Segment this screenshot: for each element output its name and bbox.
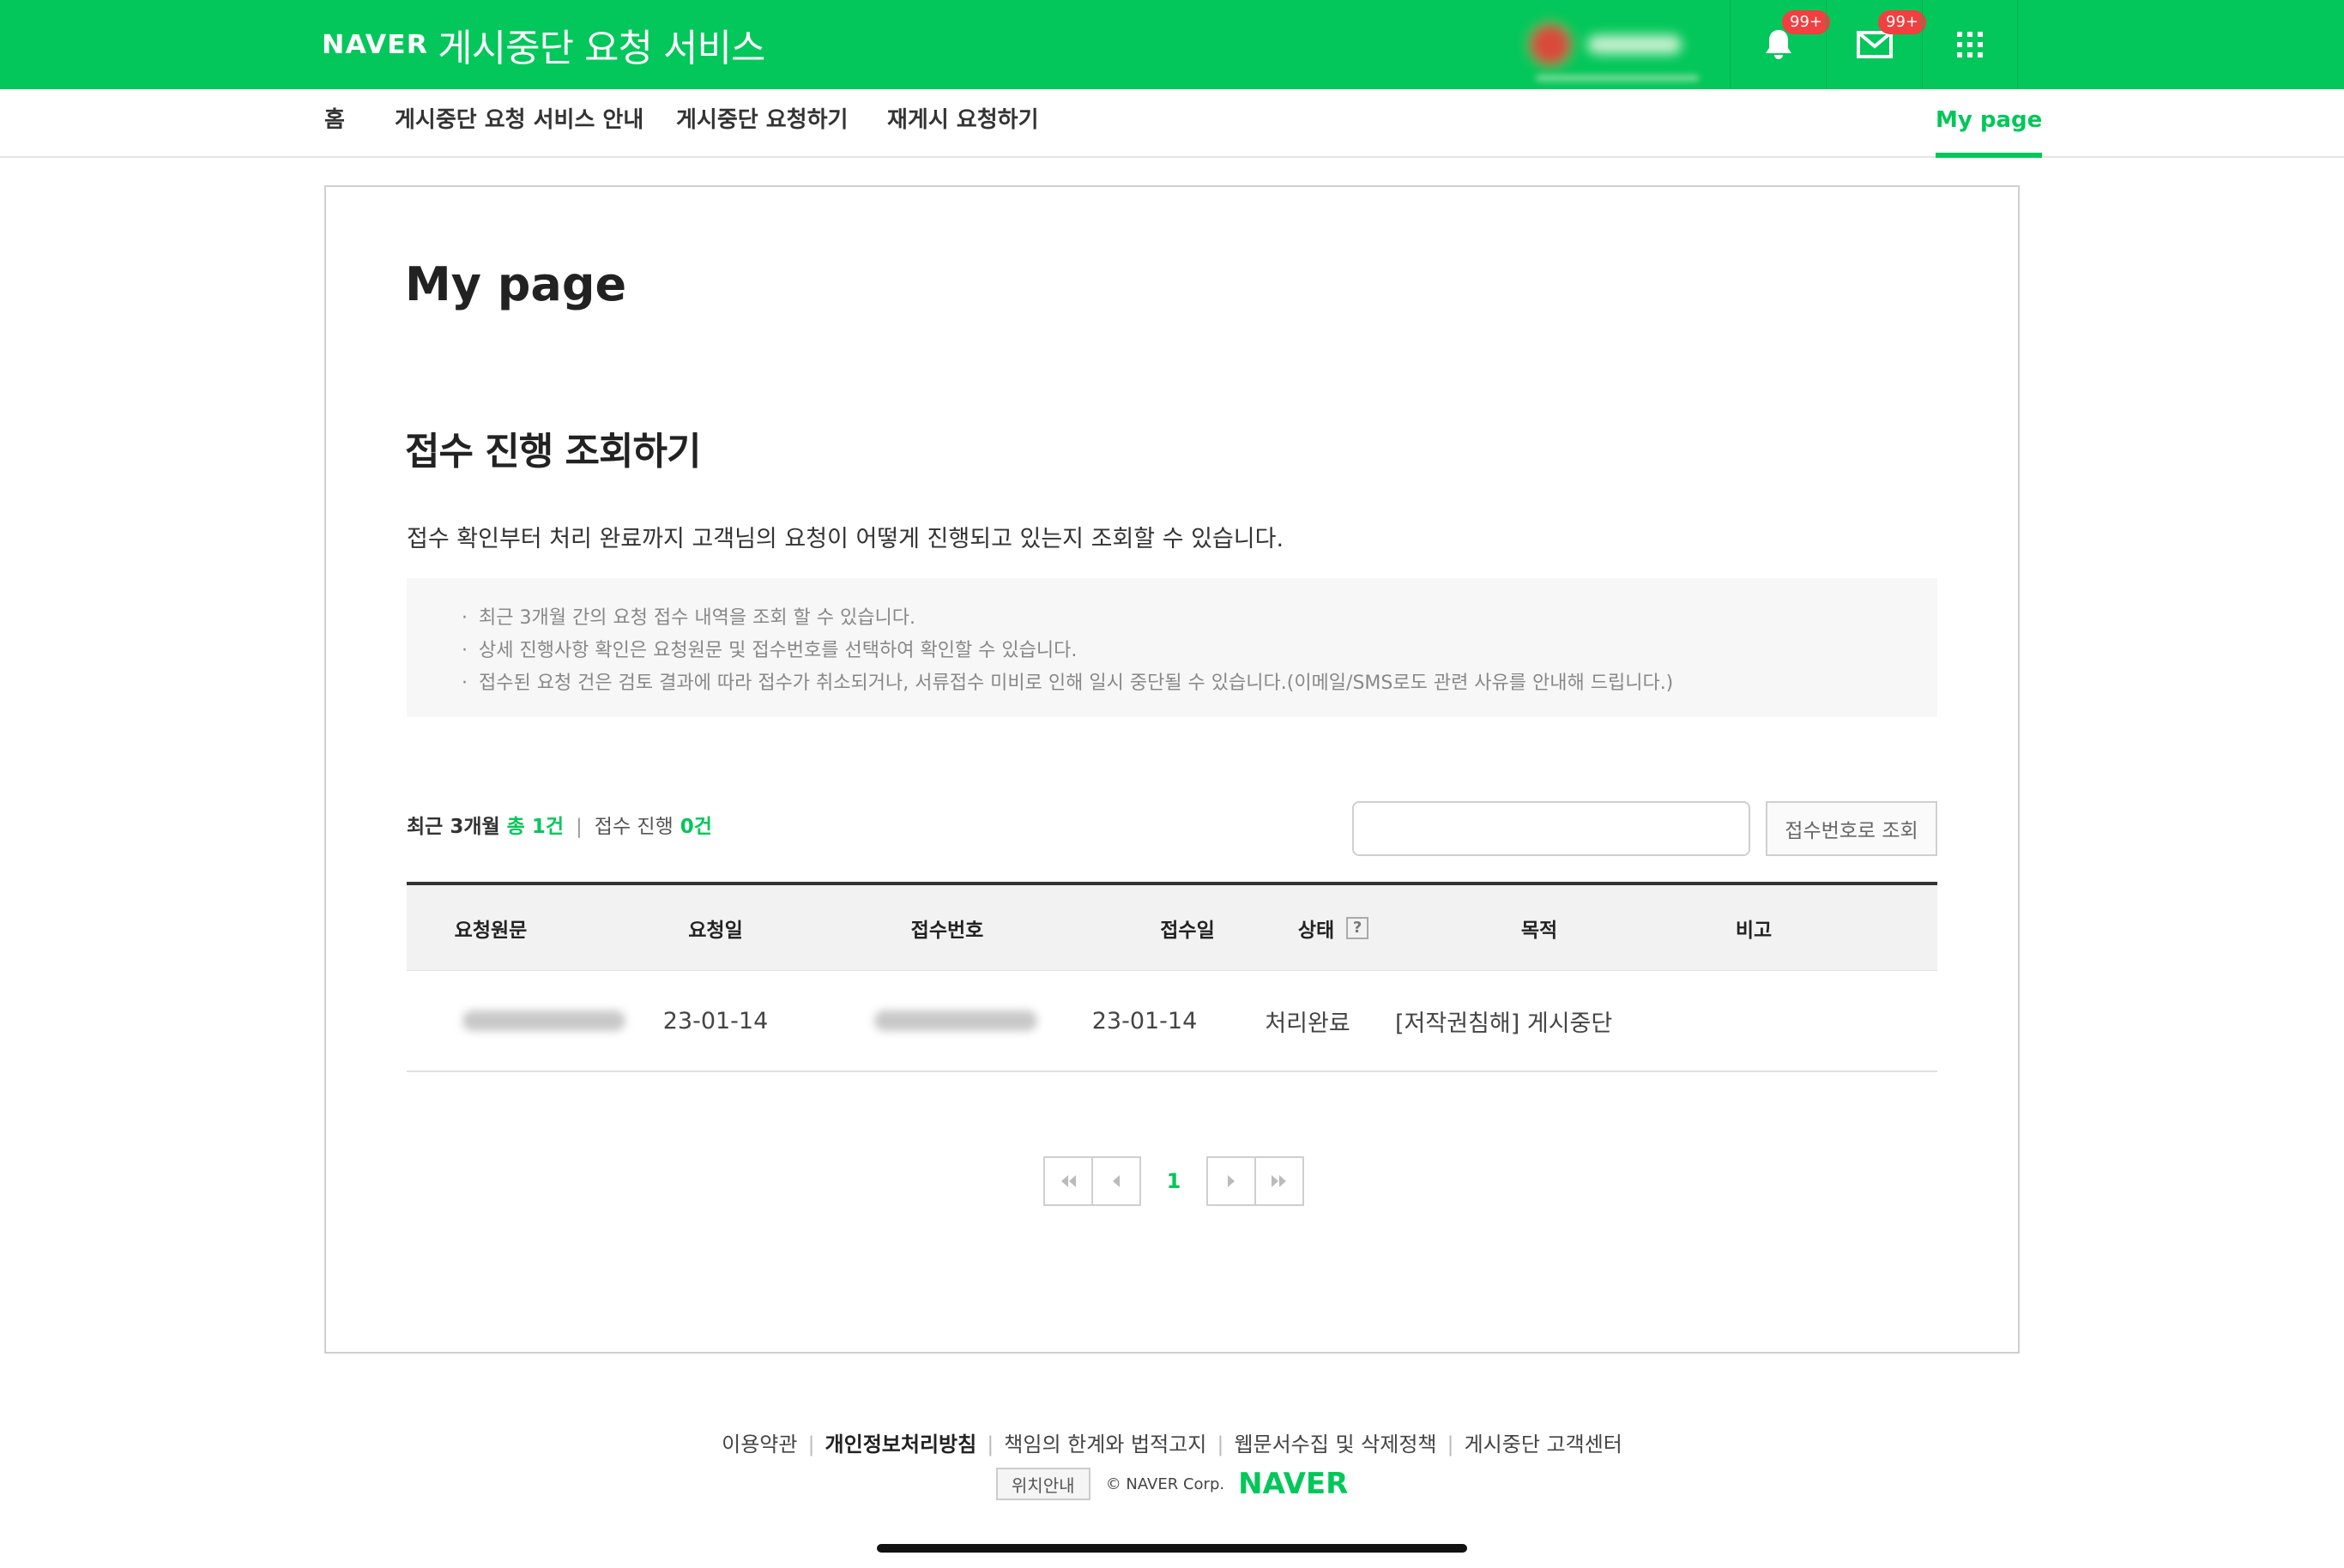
col-status-label: 상태 — [1297, 919, 1335, 942]
table-header: 요청원문 요청일 접수번호 접수일 상태 ? 목적 비고 — [407, 882, 1937, 971]
apps-menu-button[interactable] — [1922, 0, 2018, 89]
col-purpose: 목적 — [1520, 919, 1558, 942]
nav-service-guide[interactable]: 게시중단 요청 서비스 안내 — [395, 89, 643, 158]
nav-mypage[interactable]: My page — [1936, 89, 2043, 158]
summary-total: 총 1건 — [506, 816, 565, 838]
row-receipt-date: 23-01-14 — [1091, 1007, 1198, 1034]
notice-item: 접수된 요청 건은 검토 결과에 따라 접수가 취소되거나, 서류접수 미비로 … — [462, 667, 1673, 700]
request-summary: 최근 3개월 총 1건 | 접수 진행 0건 — [407, 816, 712, 838]
col-original: 요청원문 — [454, 919, 528, 942]
summary-progress-count: 0건 — [680, 816, 712, 838]
page-number-current[interactable]: 1 — [1141, 1169, 1206, 1193]
avatar — [1527, 21, 1574, 68]
search-by-receipt-button[interactable]: 접수번호로 조회 — [1766, 801, 1937, 856]
last-page-button[interactable] — [1254, 1156, 1304, 1206]
footer-crawl-policy-link[interactable]: 웹문서수집 및 삭제정책 — [1234, 1432, 1436, 1456]
main-nav: 홈 게시중단 요청 서비스 안내 게시중단 요청하기 재게시 요청하기 My p… — [0, 89, 2344, 158]
request-table: 요청원문 요청일 접수번호 접수일 상태 ? 목적 비고 23-01-14 23… — [407, 882, 1937, 1072]
notice-item: 상세 진행사항 확인은 요청원문 및 접수번호를 선택하여 확인할 수 있습니다… — [462, 635, 1673, 667]
redacted-receipt-number — [874, 1010, 1037, 1031]
grid-menu-icon — [1957, 32, 1983, 57]
col-request-date-label: 요청일 — [688, 919, 743, 942]
section-description: 접수 확인부터 처리 완료까지 고객님의 요청이 어떻게 진행되고 있는지 조회… — [407, 526, 1284, 552]
notice-box: 최근 3개월 간의 요청 접수 내역을 조회 할 수 있습니다. 상세 진행사항… — [407, 578, 1937, 717]
copyright-text: © NAVER Corp. — [1105, 1475, 1225, 1493]
row-note — [1702, 971, 1805, 1070]
content-panel: My page 접수 진행 조회하기 접수 확인부터 처리 완료까지 고객님의 … — [324, 185, 2020, 1354]
summary-progress-label: 접수 진행 — [594, 816, 674, 838]
first-page-button[interactable] — [1043, 1156, 1093, 1206]
user-profile-underline — [1536, 75, 1699, 81]
mail-icon — [1856, 31, 1893, 58]
col-status: 상태 ? — [1273, 885, 1393, 970]
naver-logo[interactable]: NAVER — [322, 30, 428, 60]
summary-period: 최근 3개월 — [407, 816, 500, 838]
notifications-button[interactable]: 99+ — [1730, 0, 1830, 89]
double-chevron-right-icon — [1272, 1175, 1286, 1187]
redacted-original — [462, 1010, 625, 1031]
notifications-badge: 99+ — [1782, 10, 1830, 34]
page-title: My page — [405, 257, 627, 311]
col-note: 비고 — [1735, 919, 1773, 942]
notice-item: 최근 3개월 간의 요청 접수 내역을 조회 할 수 있습니다. — [462, 602, 1673, 635]
chevron-left-icon — [1113, 1175, 1120, 1187]
mail-badge: 99+ — [1878, 10, 1926, 34]
col-receipt-date: 접수일 — [1160, 919, 1215, 942]
nav-request-takedown[interactable]: 게시중단 요청하기 — [676, 89, 848, 158]
top-header: NAVER 게시중단 요청 서비스 99+ 99+ — [0, 0, 2344, 89]
col-receipt-number: 접수번호 — [910, 919, 984, 942]
user-name-blurred — [1587, 35, 1682, 54]
status-help-icon[interactable]: ? — [1346, 916, 1369, 939]
receipt-number-input[interactable] — [1352, 801, 1750, 856]
double-chevron-left-icon — [1061, 1175, 1076, 1187]
footer-terms-link[interactable]: 이용약관 — [722, 1432, 797, 1456]
location-button[interactable]: 위치안내 — [995, 1468, 1090, 1500]
footer-disclaimer-link[interactable]: 책임의 한계와 법적고지 — [1004, 1432, 1206, 1456]
row-request-date: 23-01-14 — [662, 1007, 769, 1034]
footer-copyright: 위치안내 © NAVER Corp. NAVER — [0, 1467, 2344, 1501]
mail-button[interactable]: 99+ — [1826, 0, 1926, 89]
brand[interactable]: NAVER 게시중단 요청 서비스 — [322, 0, 765, 89]
chevron-right-icon — [1228, 1175, 1235, 1187]
row-purpose: [저작권침해] 게시중단 — [1395, 1010, 1613, 1037]
footer-naver-logo[interactable]: NAVER — [1238, 1467, 1348, 1501]
nav-home[interactable]: 홈 — [324, 89, 345, 158]
home-indicator — [877, 1544, 1467, 1553]
prev-page-button[interactable] — [1091, 1156, 1141, 1206]
pagination: 1 — [1043, 1156, 1304, 1206]
footer-support-link[interactable]: 게시중단 고객센터 — [1465, 1432, 1622, 1456]
row-original-link[interactable] — [458, 971, 630, 1070]
row-status: 처리완료 — [1265, 1010, 1350, 1037]
user-profile[interactable] — [1527, 21, 1699, 69]
nav-request-repost[interactable]: 재게시 요청하기 — [887, 89, 1039, 158]
row-receipt-number-link[interactable] — [870, 971, 1042, 1070]
footer-links: 이용약관 | 개인정보처리방침 | 책임의 한계와 법적고지 | 웹문서수집 및 삭제정책 |… — [722, 1432, 1622, 1456]
service-title[interactable]: 게시중단 요청 서비스 — [438, 17, 765, 72]
next-page-button[interactable] — [1206, 1156, 1256, 1206]
section-title: 접수 진행 조회하기 — [405, 430, 701, 473]
table-row: 23-01-14 23-01-14 처리완료 [저작권침해] 게시중단 — [407, 971, 1937, 1072]
footer-privacy-link[interactable]: 개인정보처리방침 — [825, 1432, 977, 1456]
